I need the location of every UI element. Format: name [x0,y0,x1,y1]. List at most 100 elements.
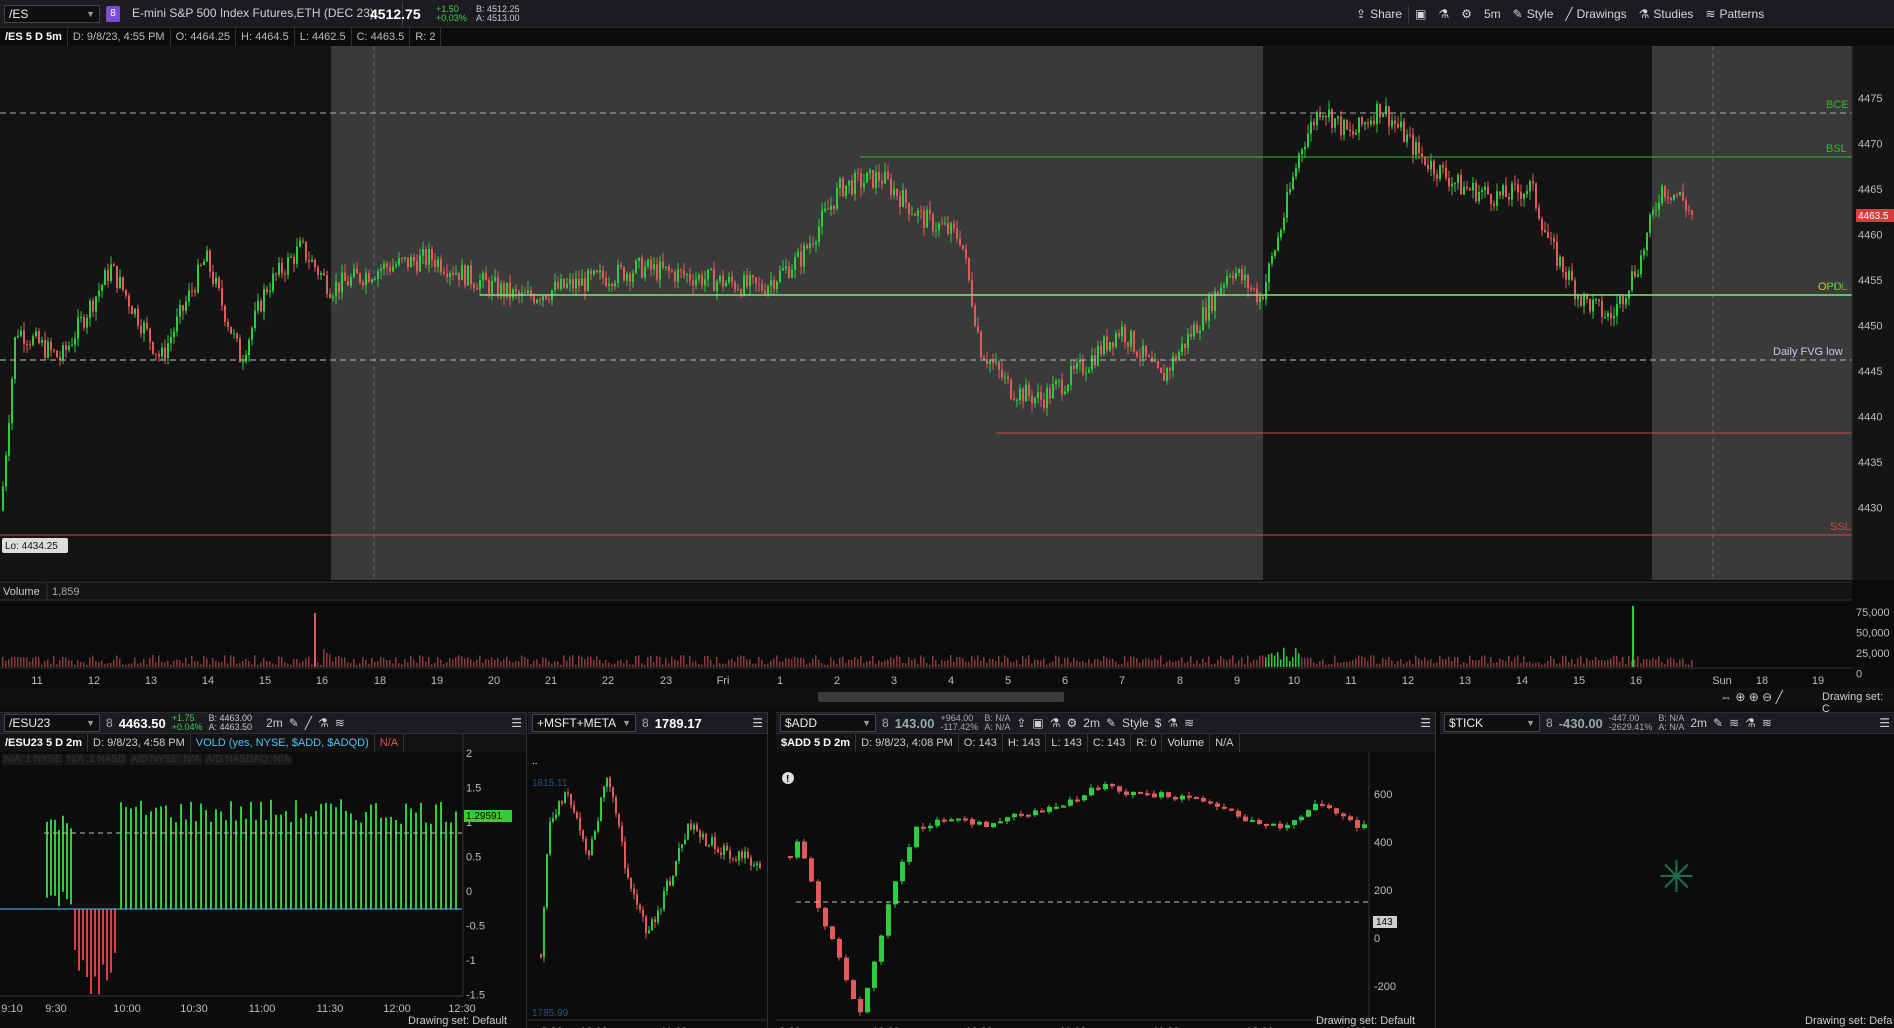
panel3-timeframe[interactable]: 2m [1083,716,1100,730]
candle-body [555,814,557,819]
menu-icon[interactable]: ☰ [511,716,522,730]
panel1-timeframe[interactable]: 2m [266,716,283,730]
panel4-drawing-set[interactable]: Drawing set: Defa [1805,1015,1892,1027]
crosshair-icon[interactable]: ⊕ [1735,690,1745,704]
zoom-out-icon[interactable]: ⊖ [1762,690,1772,704]
flask-icon[interactable]: ⚗ [1167,716,1178,730]
panel1-drawing-set[interactable]: Drawing set: Default [408,1015,507,1027]
panel2-chart[interactable]: .. 1815.11 1785.99 9:3010:0011:00 [528,734,768,1028]
settings-button[interactable]: ⚙ [1455,0,1478,28]
flask-icon[interactable]: ⚗ [1745,716,1756,730]
candle-body [1655,209,1657,211]
panel4-symbol-input[interactable]: $TICK ▼ [1444,714,1540,732]
patterns-button[interactable]: ≋ Patterns [1699,0,1770,28]
panel4-timeframe[interactable]: 2m [1690,716,1707,730]
share-icon[interactable]: ⇪ [1016,716,1026,730]
volume-bar [809,662,811,667]
volume-bar [1367,660,1369,667]
style-icon[interactable]: ✎ [1106,716,1116,730]
menu-icon[interactable]: ☰ [1420,716,1431,730]
patterns-icon[interactable]: ≋ [1762,716,1772,730]
volume-bar [251,664,253,667]
candle-body [677,269,679,282]
horizontal-scrollbar[interactable] [818,692,1064,702]
volume-bar [320,664,322,667]
volume-bar [929,664,931,667]
candle-body [1145,793,1150,796]
patterns-icon[interactable]: ≋ [335,716,345,730]
candle-body [614,282,616,287]
volume-bar [1175,661,1177,667]
studies-button[interactable]: ⚗ Studies [1633,0,1700,28]
candle-body [110,264,112,282]
style-icon[interactable]: ✎ [289,716,299,730]
style-button[interactable]: ✎ Style [1507,0,1560,28]
zoom-in-icon[interactable]: ⊕ [1749,690,1759,704]
dollar-icon[interactable]: $ [1155,716,1162,730]
menu-icon[interactable]: ☰ [752,716,763,730]
gear-icon[interactable]: ⚙ [1067,716,1078,730]
volume-bar [551,663,553,667]
candle-body [704,279,706,286]
patterns-icon[interactable]: ≋ [1729,716,1739,730]
share-button[interactable]: ⇪ Share [1350,0,1408,28]
candle-body [902,190,904,207]
candle-body [296,246,298,264]
panel3-chart[interactable]: ! 6004002000-200 143 9:3010:0010:3011:00… [776,734,1436,1028]
link-icon[interactable]: 8 [642,716,649,730]
volume-bar [608,662,610,667]
candle-body [425,249,427,265]
x-tick-label: 14 [1516,675,1528,686]
flask-icon[interactable]: ⚗ [318,716,329,730]
link-group-icon[interactable]: 8 [106,6,120,22]
patterns-icon[interactable]: ≋ [1184,716,1194,730]
drawings-button[interactable]: ╱ Drawings [1559,0,1632,28]
candle-body [1061,380,1063,395]
candle-body [998,361,1000,370]
symbol-input[interactable]: /ES ▼ [4,5,100,23]
panel3-style[interactable]: Style [1122,716,1149,730]
volume-bar [1517,655,1519,667]
flask-button[interactable]: ⚗ [1432,0,1455,28]
volume-bar [1409,659,1411,667]
menu-icon[interactable]: ☰ [1879,716,1890,730]
link-icon[interactable]: 8 [106,716,113,730]
style-icon[interactable]: ✎ [1713,716,1723,730]
pencil-icon[interactable]: ╱ [305,716,312,730]
timeframe-button[interactable]: 5m [1478,0,1507,28]
candle-body [1163,372,1165,381]
candle-body [1673,194,1675,200]
main-price-chart[interactable]: BCE BSL OPD PDL Daily FVG low SSL Lo: 44… [0,46,1894,686]
volume-bar [620,659,622,667]
volume-bar [2,656,4,667]
candle-body [974,305,976,327]
volume-bar [599,659,601,667]
candle-body [984,821,989,828]
candle-body [122,276,124,290]
volume-bar [449,657,451,667]
flask-icon[interactable]: ⚗ [1050,716,1061,730]
panel2-symbol-input[interactable]: +MSFT+META ▼ [532,714,636,732]
candle-body [1469,188,1471,191]
pan-icon[interactable]: ⇔ [1720,690,1732,704]
candle-body [830,926,835,940]
snapshot-button[interactable]: ▣ [1409,0,1432,28]
candle-body [1250,288,1252,290]
panel1-chart[interactable]: 21.510.50-0.5-1-1.5 1.29591 9:10 9:30 10:0… [0,734,527,1028]
panel1-symbol-input[interactable]: /ESU23 ▼ [4,714,100,732]
volume-bar [581,656,583,667]
x-tick-label: 13 [1459,675,1471,686]
volume-bar [1673,658,1675,667]
panel4-price: -430.00 [1558,715,1603,731]
candle-body [1664,185,1666,198]
y-tick-label: -0.5 [466,921,485,933]
camera-icon[interactable]: ▣ [1032,716,1043,730]
pencil-icon[interactable]: ╱ [1776,690,1783,704]
candle-body [663,891,665,910]
panel3-drawing-set[interactable]: Drawing set: Default [1316,1015,1415,1027]
candle-body [1514,183,1516,185]
panel3-symbol-input[interactable]: $ADD ▼ [780,714,876,732]
candle-body [380,268,382,272]
link-icon[interactable]: 8 [882,716,889,730]
link-icon[interactable]: 8 [1546,716,1553,730]
